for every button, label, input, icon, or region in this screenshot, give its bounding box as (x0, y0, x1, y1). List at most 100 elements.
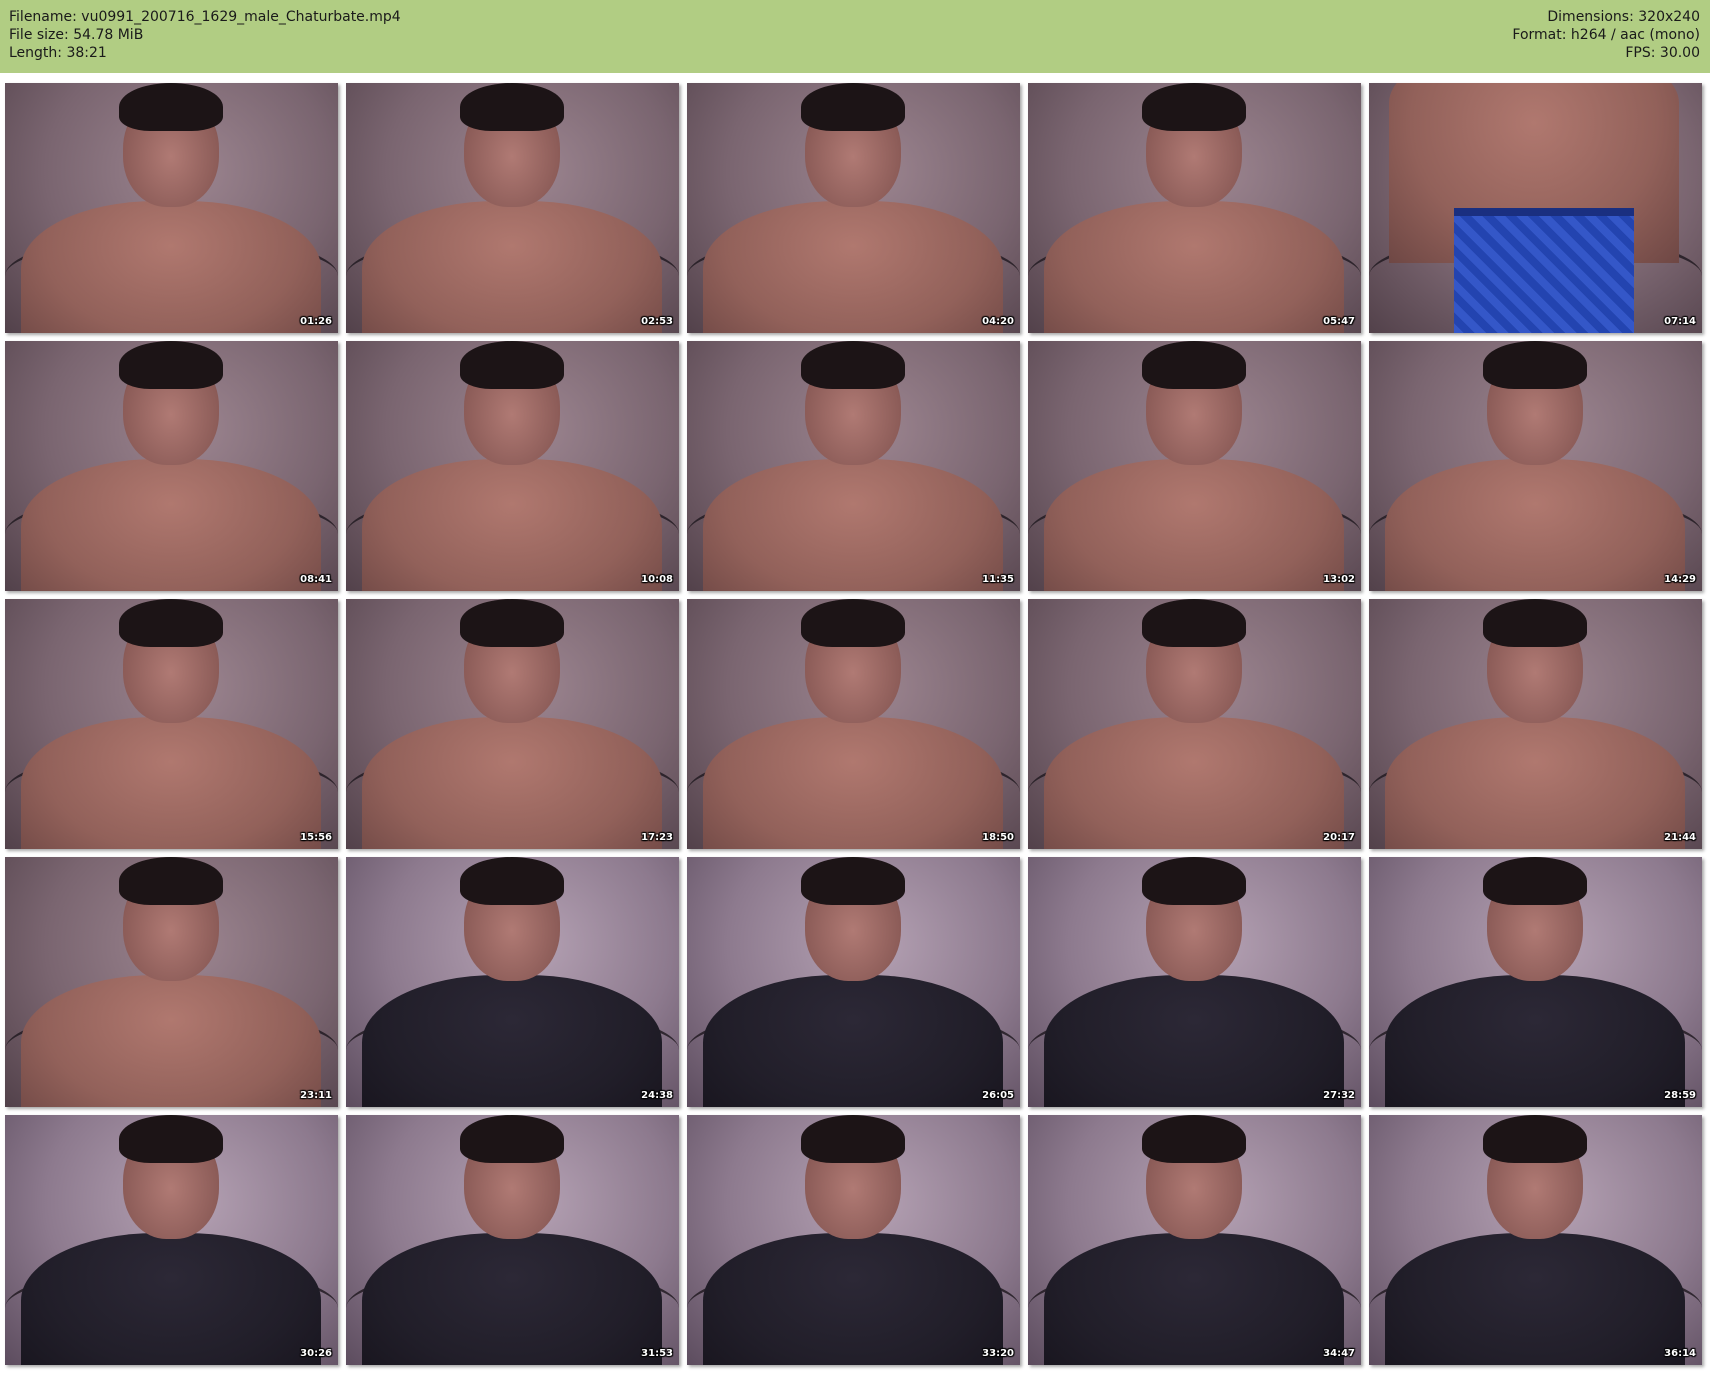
thumbnail-timestamp: 13:02 (1323, 574, 1355, 585)
person-torso (1044, 459, 1344, 591)
person-torso (1385, 1233, 1685, 1365)
thumbnail-timestamp: 02:53 (641, 316, 673, 327)
person-torso (21, 459, 321, 591)
thumbnail-timestamp: 21:44 (1664, 832, 1696, 843)
person-hair (801, 599, 905, 647)
person-hair (1142, 1115, 1246, 1163)
person-torso (703, 459, 1003, 591)
person-torso (21, 717, 321, 849)
person-torso (1044, 717, 1344, 849)
person-hair (1142, 341, 1246, 389)
thumbnail-timestamp: 17:23 (641, 832, 673, 843)
person-torso (1385, 459, 1685, 591)
thumbnail-timestamp: 10:08 (641, 574, 673, 585)
thumbnail-timestamp: 36:14 (1664, 1348, 1696, 1359)
person-torso (21, 975, 321, 1107)
video-thumbnail[interactable]: 17:23 (346, 599, 679, 849)
person-hair (119, 1115, 223, 1163)
thumbnail-timestamp: 26:05 (982, 1090, 1014, 1101)
thumbnail-timestamp: 31:53 (641, 1348, 673, 1359)
person-hair (801, 1115, 905, 1163)
person-torso (362, 201, 662, 333)
video-thumbnail[interactable]: 15:56 (5, 599, 338, 849)
video-thumbnail[interactable]: 13:02 (1028, 341, 1361, 591)
person-hair (119, 599, 223, 647)
video-thumbnail[interactable]: 05:47 (1028, 83, 1361, 333)
thumbnail-timestamp: 18:50 (982, 832, 1014, 843)
person-hair (1483, 341, 1587, 389)
person-torso (362, 1233, 662, 1365)
person-hair (1483, 599, 1587, 647)
person-torso (21, 1233, 321, 1365)
person-torso (703, 717, 1003, 849)
person-torso (362, 717, 662, 849)
thumbnail-timestamp: 11:35 (982, 574, 1014, 585)
thumbnail-timestamp: 24:38 (641, 1090, 673, 1101)
person-torso (1044, 1233, 1344, 1365)
thumbnail-timestamp: 34:47 (1323, 1348, 1355, 1359)
person-hair (119, 857, 223, 905)
video-thumbnail[interactable]: 01:26 (5, 83, 338, 333)
person-hair (1142, 857, 1246, 905)
person-hair (1483, 857, 1587, 905)
video-thumbnail[interactable]: 18:50 (687, 599, 1020, 849)
thumbnail-timestamp: 23:11 (300, 1090, 332, 1101)
thumbnail-timestamp: 14:29 (1664, 574, 1696, 585)
thumbnail-timestamp: 01:26 (300, 316, 332, 327)
person-torso (362, 459, 662, 591)
person-hair (460, 599, 564, 647)
person-torso (703, 975, 1003, 1107)
thumbnail-timestamp: 33:20 (982, 1348, 1014, 1359)
person-hair (119, 341, 223, 389)
thumbnail-timestamp: 28:59 (1664, 1090, 1696, 1101)
video-thumbnail[interactable]: 24:38 (346, 857, 679, 1107)
boxers-shape (1454, 208, 1634, 333)
person-torso (21, 201, 321, 333)
video-thumbnail[interactable]: 36:14 (1369, 1115, 1702, 1365)
person-torso (1385, 975, 1685, 1107)
thumbnail-timestamp: 08:41 (300, 574, 332, 585)
person-torso (362, 975, 662, 1107)
thumbnail-timestamp: 15:56 (300, 832, 332, 843)
video-thumbnail[interactable]: 04:20 (687, 83, 1020, 333)
video-thumbnail[interactable]: 08:41 (5, 341, 338, 591)
thumbnail-timestamp: 27:32 (1323, 1090, 1355, 1101)
person-hair (801, 83, 905, 131)
video-thumbnail[interactable]: 26:05 (687, 857, 1020, 1107)
person-hair (1142, 83, 1246, 131)
person-torso (1385, 717, 1685, 849)
video-thumbnail[interactable]: 28:59 (1369, 857, 1702, 1107)
thumbnail-timestamp: 07:14 (1664, 316, 1696, 327)
thumbnail-timestamp: 05:47 (1323, 316, 1355, 327)
person-hair (801, 857, 905, 905)
person-torso (703, 1233, 1003, 1365)
person-hair (460, 1115, 564, 1163)
person-torso (703, 201, 1003, 333)
video-thumbnail[interactable]: 20:17 (1028, 599, 1361, 849)
video-thumbnail[interactable]: 11:35 (687, 341, 1020, 591)
video-thumbnail[interactable]: 14:29 (1369, 341, 1702, 591)
video-thumbnail[interactable]: 27:32 (1028, 857, 1361, 1107)
person-torso (1044, 201, 1344, 333)
person-hair (1142, 599, 1246, 647)
thumbnail-timestamp: 20:17 (1323, 832, 1355, 843)
thumbnail-timestamp: 30:26 (300, 1348, 332, 1359)
video-thumbnail[interactable]: 31:53 (346, 1115, 679, 1365)
video-thumbnail[interactable]: 10:08 (346, 341, 679, 591)
person-hair (460, 341, 564, 389)
person-hair (119, 83, 223, 131)
person-hair (1483, 1115, 1587, 1163)
video-thumbnail[interactable]: 23:11 (5, 857, 338, 1107)
person-hair (460, 83, 564, 131)
video-thumbnail[interactable]: 21:44 (1369, 599, 1702, 849)
video-thumbnail[interactable]: 02:53 (346, 83, 679, 333)
video-thumbnail[interactable]: 33:20 (687, 1115, 1020, 1365)
person-hair (801, 341, 905, 389)
thumbnail-timestamp: 04:20 (982, 316, 1014, 327)
video-thumbnail[interactable]: 07:14 (1369, 83, 1702, 333)
person-torso (1044, 975, 1344, 1107)
video-thumbnail[interactable]: 34:47 (1028, 1115, 1361, 1365)
video-thumbnail[interactable]: 30:26 (5, 1115, 338, 1365)
person-hair (460, 857, 564, 905)
thumbnail-grid: 01:26 02:53 04:20 05:47 07:14 08:41 10:08 11:35… (0, 0, 1710, 1373)
